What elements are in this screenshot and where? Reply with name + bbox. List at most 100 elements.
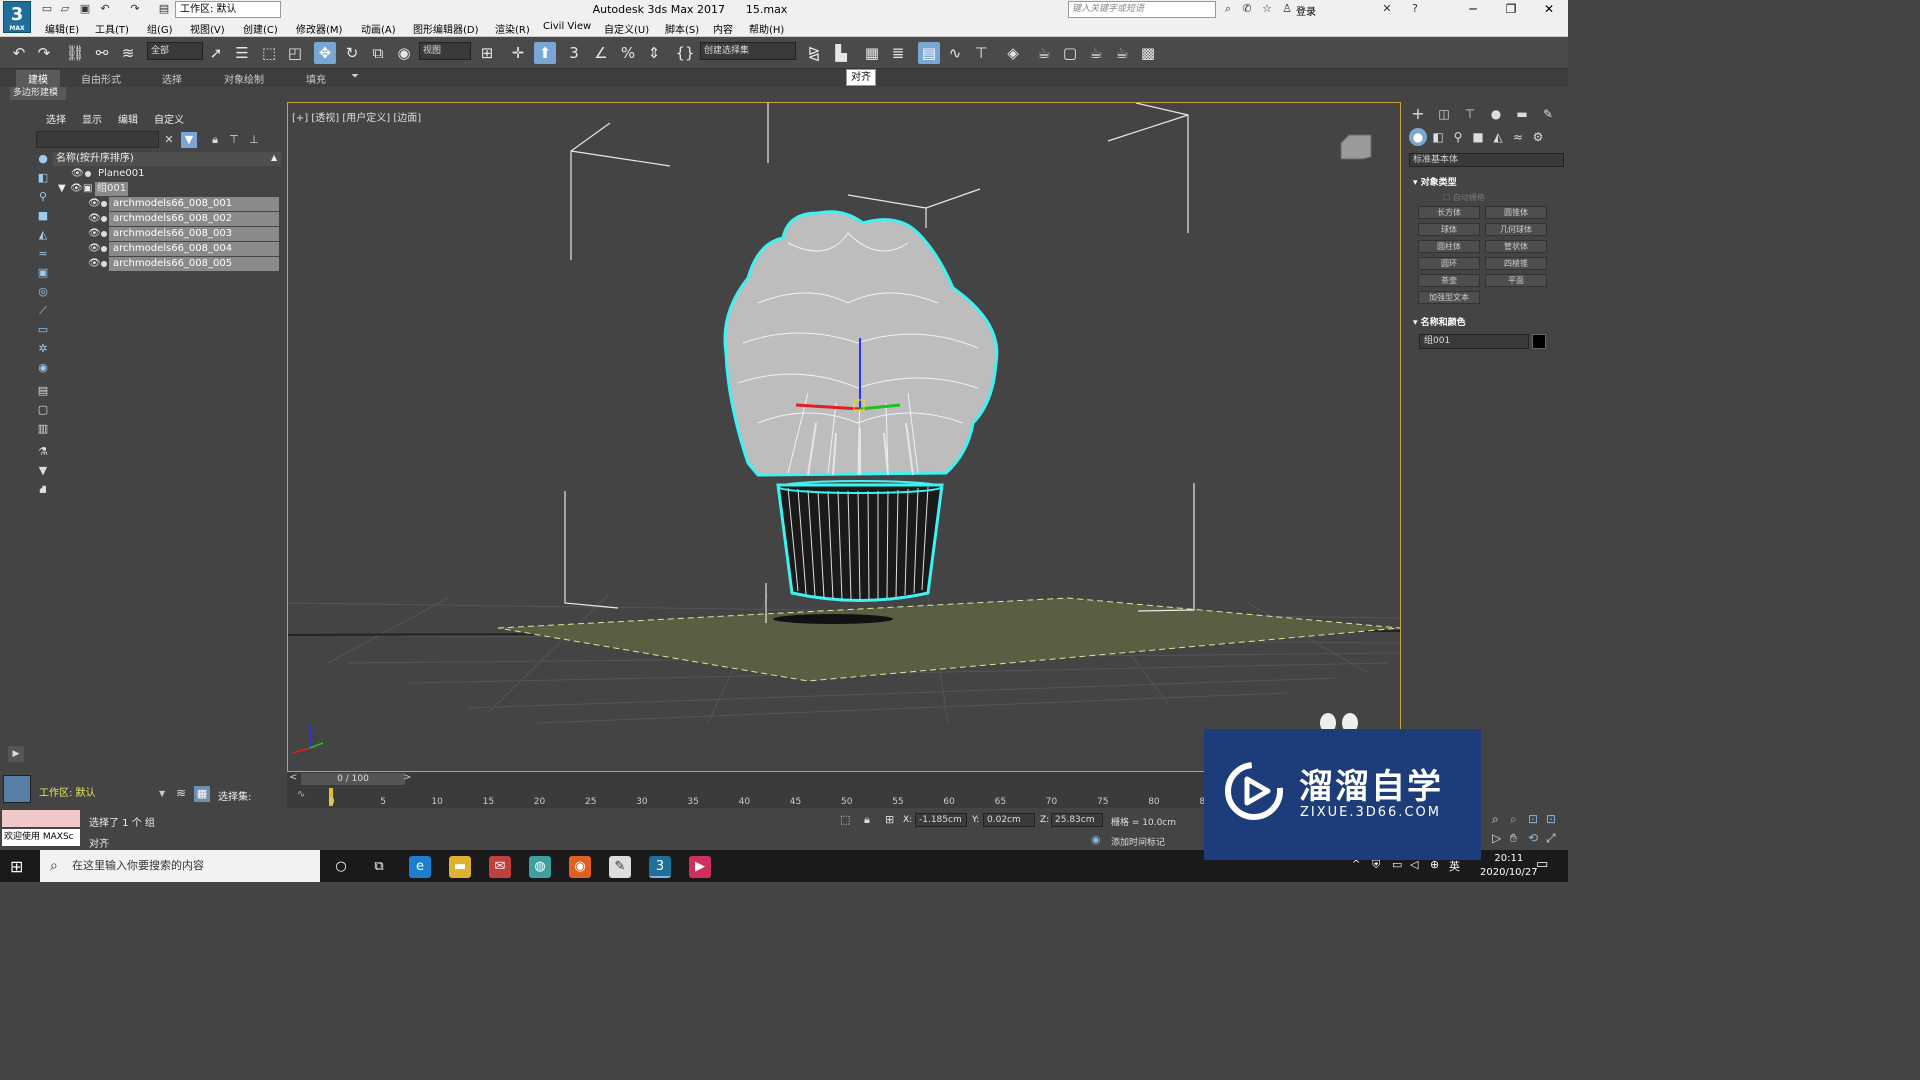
zoom-all-icon[interactable]: ⌕ xyxy=(1510,812,1517,827)
next-frame-icon[interactable]: > xyxy=(403,772,411,783)
filter-icon[interactable]: ▼ xyxy=(181,132,197,148)
mirror-icon[interactable]: ⧎ xyxy=(803,42,825,64)
tree-row-archmodels-005[interactable]: 👁︎ archmodels66_008_005 xyxy=(88,257,279,271)
select-object-icon[interactable]: ➚ xyxy=(205,42,227,64)
select-scale-icon[interactable]: ⧉ xyxy=(367,42,389,64)
teapot-button[interactable]: 茶壶 xyxy=(1418,274,1480,287)
menu-edit[interactable]: 编辑(E) xyxy=(45,21,79,36)
snaps-toggle-icon[interactable]: 3 xyxy=(563,42,585,64)
polygon-modeling-panel[interactable]: 多边形建模 xyxy=(10,87,66,100)
zoom-extents-icon[interactable]: ⊡ xyxy=(1528,812,1538,826)
motion-tab-icon[interactable]: ● xyxy=(1487,105,1505,123)
zoom-icon[interactable]: ⌕ xyxy=(1492,812,1499,827)
name-column-header[interactable]: 名称(按升序排序) xyxy=(53,152,281,166)
app-media-icon[interactable]: ▶ xyxy=(689,856,711,878)
select-place-icon[interactable]: ◉ xyxy=(393,42,415,64)
tab-populate[interactable]: 填充 xyxy=(306,71,326,86)
undo-icon[interactable]: ↶ xyxy=(8,42,30,64)
autogrid-checkbox[interactable]: ☐ 自动栅格 xyxy=(1443,192,1485,203)
time-slider[interactable]: 0 / 100 xyxy=(301,773,405,785)
box-button[interactable]: 长方体 xyxy=(1418,206,1480,219)
x-coordinate-field[interactable]: -1.185cm xyxy=(915,813,967,827)
material-editor-icon[interactable]: ◈ xyxy=(1002,42,1024,64)
select-rotate-icon[interactable]: ↻ xyxy=(341,42,363,64)
reference-coordinate-dropdown[interactable]: 视图 xyxy=(419,42,471,60)
new-file-icon[interactable]: ▭ xyxy=(40,2,54,16)
notification-icon[interactable]: ▭ xyxy=(1536,857,1548,872)
selection-filter-dropdown[interactable]: 全部 xyxy=(147,42,203,60)
se-menu-edit[interactable]: 编辑 xyxy=(118,111,138,126)
field-of-view-icon[interactable]: ▷ xyxy=(1492,831,1501,845)
selection-lock-icon[interactable]: 🔒︎ xyxy=(864,813,870,827)
isolate-selection-icon[interactable]: ⬚ xyxy=(840,813,850,826)
filter-funnel-icon[interactable]: ▼ xyxy=(35,464,51,478)
menu-help[interactable]: 帮助(H) xyxy=(749,21,784,36)
workspace-dropdown[interactable]: 工作区: 默认 xyxy=(175,1,281,18)
ribbon-options-icon[interactable]: ⏷ xyxy=(351,71,359,82)
display-none-icon[interactable]: ▢ xyxy=(35,403,51,417)
helpers-icon[interactable]: ◭ xyxy=(1489,128,1507,146)
render-production-icon[interactable]: ☕ xyxy=(1085,42,1107,64)
create-tab-icon[interactable]: + xyxy=(1409,105,1427,123)
menu-rendering[interactable]: 渲染(R) xyxy=(495,21,530,36)
geometry-icon[interactable]: ● xyxy=(1409,128,1427,146)
z-coordinate-field[interactable]: 25.83cm xyxy=(1051,813,1103,827)
tree-row-archmodels-001[interactable]: 👁︎ archmodels66_008_001 xyxy=(88,197,279,211)
exchange-icon[interactable]: ✕ xyxy=(1380,2,1394,16)
redo-icon[interactable]: ↷ xyxy=(128,2,142,16)
freeze-dot-icon[interactable] xyxy=(101,231,107,237)
torus-button[interactable]: 圆环 xyxy=(1418,257,1480,270)
display-shapes-icon[interactable]: ◧ xyxy=(35,171,51,185)
windows-start-icon[interactable]: ⊞ xyxy=(10,857,23,876)
maximize-viewport-icon[interactable]: ⤢ xyxy=(1546,831,1556,846)
app-chat-icon[interactable]: ✉ xyxy=(489,856,511,878)
menu-modifiers[interactable]: 修改器(M) xyxy=(296,21,342,36)
primitive-category-dropdown[interactable]: 标准基本体 xyxy=(1409,153,1564,167)
save-icon[interactable]: ▣ xyxy=(78,2,92,16)
freeze-dot-icon[interactable] xyxy=(101,216,107,222)
3dsmax-taskbar-icon[interactable]: 3 xyxy=(649,856,671,878)
display-geometry-icon[interactable]: ● xyxy=(35,152,51,166)
clear-search-icon[interactable]: ✕ xyxy=(161,132,177,148)
time-tag-icon[interactable]: ◉ xyxy=(1091,833,1101,846)
minimize-button[interactable]: ─ xyxy=(1456,0,1490,19)
menu-scripting[interactable]: 脚本(S) xyxy=(665,21,699,36)
rendered-frame-window-icon[interactable]: ▢ xyxy=(1059,42,1081,64)
menu-customize[interactable]: 自定义(U) xyxy=(604,21,649,36)
menu-create[interactable]: 创建(C) xyxy=(243,21,278,36)
menu-group[interactable]: 组(G) xyxy=(147,21,173,36)
render-setup-icon[interactable]: ☕ xyxy=(1033,42,1055,64)
cortana-icon[interactable]: ○ xyxy=(330,856,352,878)
pyramid-button[interactable]: 四棱锥 xyxy=(1485,257,1547,270)
spinner-snap-icon[interactable]: ⇕ xyxy=(643,42,665,64)
freeze-dot-icon[interactable] xyxy=(101,201,107,207)
tab-object-paint[interactable]: 对象绘制 xyxy=(224,71,264,86)
plane-button[interactable]: 平面 xyxy=(1485,274,1547,287)
edge-browser-icon[interactable]: e xyxy=(409,856,431,878)
se-menu-select[interactable]: 选择 xyxy=(46,111,66,126)
visibility-eye-icon[interactable]: 👁︎ xyxy=(71,167,84,181)
menu-graph-editors[interactable]: 图形编辑器(D) xyxy=(413,21,479,36)
freeze-dot-icon[interactable] xyxy=(85,171,91,177)
menu-tools[interactable]: 工具(T) xyxy=(95,21,129,36)
visibility-eye-icon[interactable]: 👁︎ xyxy=(88,242,101,256)
help-icon[interactable]: ? xyxy=(1408,2,1422,16)
render-in-cloud-icon[interactable]: ▩ xyxy=(1137,42,1159,64)
ime-indicator[interactable]: 英 xyxy=(1449,858,1460,874)
display-all-icon[interactable]: ▤ xyxy=(35,384,51,398)
modify-tab-icon[interactable]: ◫ xyxy=(1435,105,1453,123)
close-button[interactable]: ✕ xyxy=(1532,0,1566,19)
sort-ascending-icon[interactable]: ▲ xyxy=(271,153,277,162)
pivot-center-icon[interactable]: ⊞ xyxy=(476,42,498,64)
visibility-eye-icon[interactable]: 👁︎ xyxy=(88,257,101,271)
visibility-eye-icon[interactable]: 👁︎ xyxy=(88,227,101,241)
display-lights-icon[interactable]: ⚲ xyxy=(35,190,51,204)
menu-animation[interactable]: 动画(A) xyxy=(361,21,396,36)
tray-security-icon[interactable]: ⛨ xyxy=(1372,858,1380,872)
help-search-input[interactable]: 键入关键字或短语 xyxy=(1068,1,1216,18)
unlink-icon[interactable]: ⚯ xyxy=(91,42,113,64)
visibility-eye-icon[interactable]: 👁︎ xyxy=(88,197,101,211)
keyboard-shortcut-override-icon[interactable]: ⬆ xyxy=(534,42,556,64)
bind-space-warp-icon[interactable]: ≋ xyxy=(117,42,139,64)
space-warps-icon[interactable]: ≈ xyxy=(1509,128,1527,146)
